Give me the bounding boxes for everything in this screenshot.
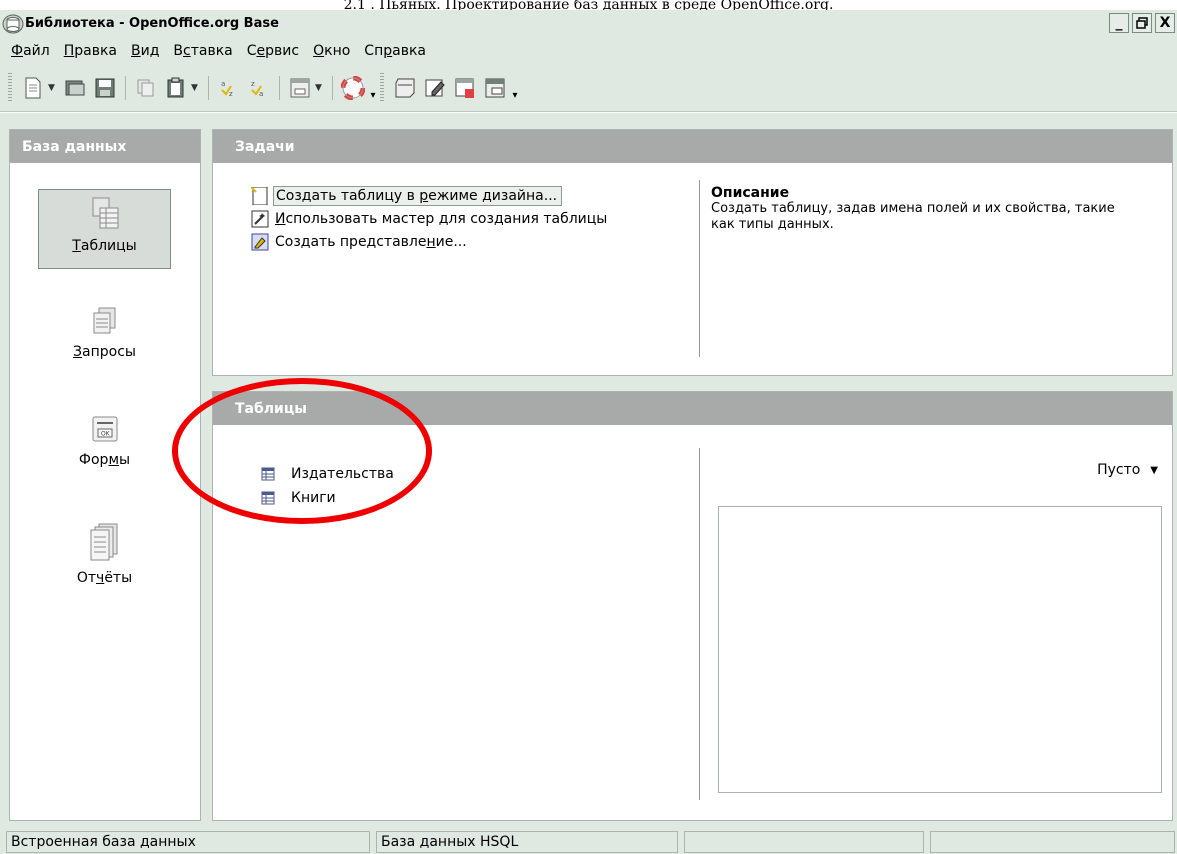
svg-text:z: z [251,80,255,88]
task-create-view[interactable]: Создать представление... [251,230,611,253]
toolbar-more-arrow[interactable]: ▾ [368,75,378,101]
minimize-button[interactable]: _ [1109,13,1129,33]
table-icon [261,467,275,481]
sidebar-item-label: Запросы [73,344,136,360]
menu-tools[interactable]: Сервис [240,43,306,59]
window-title: Библиотека - OpenOffice.org Base [25,16,279,31]
task-label: Создать представление... [275,233,467,250]
task-label: Использовать мастер для создания таблицы [275,210,608,227]
menu-window[interactable]: Окно [306,43,357,59]
wizard-icon [251,210,269,227]
svg-text:OK: OK [101,431,111,438]
tables-panel-header: Таблицы [213,392,1172,425]
status-bar: Встроенная база данных База данных HSQL [0,829,1177,854]
create-view-icon [251,233,269,250]
work-area: База данных Таблицы Запросы OK Формы Отч… [0,113,1177,829]
tasks-panel-header: Задачи [213,130,1172,163]
chevron-down-icon: ▼ [1150,464,1158,476]
forms-icon: OK [92,416,117,442]
task-description: Описание Создать таблицу, задав имена по… [711,185,1131,233]
toolbar-grip-2[interactable] [380,72,384,103]
sidebar-item-label: Отчёты [76,570,133,586]
paste-icon[interactable] [163,75,189,101]
copy-icon[interactable] [133,75,159,101]
save-icon[interactable] [92,75,118,101]
table-list: Издательства Книги [261,462,394,510]
tables-icon [92,197,118,229]
svg-text:z: z [229,90,233,98]
sort-descending-icon[interactable]: za [246,75,272,101]
toolbar-grip[interactable] [8,72,12,103]
menu-help[interactable]: Справка [357,43,433,59]
reports-icon [90,523,117,561]
sidebar-item-reports[interactable]: Отчёты [38,522,171,586]
document-header: 2.1 . Пьяных. Проектирование баз данных … [343,0,834,10]
task-list: Создать таблицу в режиме дизайна... Испо… [251,184,611,253]
table-item-books[interactable]: Книги [261,486,394,510]
task-create-table-design[interactable]: Создать таблицу в режиме дизайна... [251,184,611,207]
table-item-label: Книги [291,490,336,506]
sidebar-item-tables[interactable]: Таблицы [38,189,171,269]
menu-file[interactable]: Файл [4,43,57,59]
new-dropdown-arrow[interactable]: ▼ [48,83,58,93]
tasks-divider [699,180,700,357]
description-text: Создать таблицу, задав имена полей и их … [711,201,1115,232]
tasks-panel: Задачи Создать таблицу в режиме дизайна.… [212,129,1173,376]
form-design-icon[interactable] [452,75,478,101]
svg-text:a: a [259,90,263,98]
sidebar-item-forms[interactable]: OK Формы [38,414,171,468]
title-bar: Библиотека - OpenOffice.org Base _ X [0,10,1177,37]
table-design-icon[interactable] [392,75,418,101]
status-db-type: База данных HSQL [376,830,678,853]
preview-area [718,506,1162,793]
menu-insert[interactable]: Вставка [166,43,239,59]
menu-bar: Файл Правка Вид Вставка Сервис Окно Спра… [0,37,1177,64]
form-icon[interactable] [287,75,313,101]
preview-mode-value: Пусто [1097,462,1141,478]
status-embedded-db: Встроенная база данных [6,830,370,853]
task-table-wizard[interactable]: Использовать мастер для создания таблицы [251,207,611,230]
new-table-design-icon [251,186,268,205]
description-title: Описание [711,185,790,201]
sort-ascending-icon[interactable]: az [216,75,242,101]
sidebar-item-queries[interactable]: Запросы [38,306,171,360]
query-design-icon[interactable] [422,75,448,101]
queries-icon [93,307,115,334]
database-panel-header: База данных [10,130,200,163]
task-label: Создать таблицу в режиме дизайна... [273,185,563,206]
svg-text:a: a [221,80,225,88]
status-cell-4 [930,830,1175,853]
maximize-button[interactable] [1132,13,1152,33]
report-design-icon[interactable] [482,75,508,101]
new-document-icon[interactable] [20,75,46,101]
sidebar-item-label: Таблицы [72,238,137,254]
table-icon [261,491,275,505]
help-icon[interactable] [340,75,366,101]
table-item-label: Издательства [291,466,394,482]
preview-mode-dropdown[interactable]: Пусто ▼ [1097,462,1158,478]
tables-divider [699,448,700,800]
menu-edit[interactable]: Правка [57,43,124,59]
restore-icon [1136,17,1148,29]
form-dropdown-arrow[interactable]: ▼ [315,83,325,93]
tables-panel: Таблицы Издательства Книги Пусто ▼ [212,391,1173,821]
status-cell-3 [684,830,924,853]
menu-view[interactable]: Вид [124,43,166,59]
toolbar-more-arrow-2[interactable]: ▾ [510,75,520,101]
close-button[interactable]: X [1155,13,1175,33]
table-item-publishers[interactable]: Издательства [261,462,394,486]
standard-toolbar: ▼ ▼ az za ▼ ▾ ▾ [0,64,1177,112]
database-panel: База данных Таблицы Запросы OK Формы Отч… [9,129,201,821]
open-icon[interactable] [62,75,88,101]
paste-dropdown-arrow[interactable]: ▼ [191,83,201,93]
sidebar-item-label: Формы [78,452,131,468]
openoffice-base-icon [2,14,24,33]
